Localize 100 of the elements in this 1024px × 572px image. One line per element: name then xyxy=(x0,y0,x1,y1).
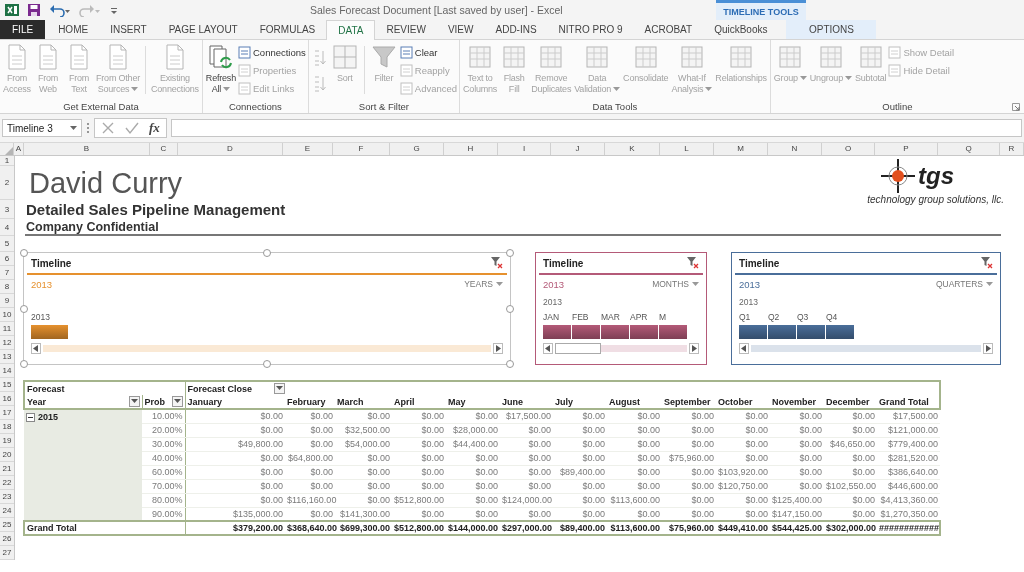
ribbon-tab[interactable]: ACROBAT xyxy=(633,20,704,39)
ribbon-button[interactable]: Refresh All xyxy=(204,42,237,100)
time-level-dropdown[interactable]: MONTHS xyxy=(652,279,699,289)
timeline-scrollbar[interactable] xyxy=(31,342,503,354)
column-header[interactable]: D xyxy=(178,143,283,155)
column-header[interactable]: H xyxy=(444,143,498,155)
timeline-bar-segment[interactable] xyxy=(768,325,797,339)
column-header[interactable]: N xyxy=(768,143,822,155)
time-level-dropdown[interactable]: YEARS xyxy=(464,279,503,289)
resize-handle[interactable] xyxy=(20,249,28,257)
undo-icon[interactable] xyxy=(49,3,71,17)
row-header[interactable]: 7 xyxy=(0,266,14,280)
ribbon-tab[interactable]: DATA xyxy=(326,20,376,40)
time-level-dropdown[interactable]: QUARTERS xyxy=(935,279,993,289)
clear-filter-icon[interactable] xyxy=(981,257,993,269)
row-header[interactable]: 20 xyxy=(0,448,14,462)
timeline-scrollbar[interactable] xyxy=(543,342,699,354)
row-header[interactable]: 23 xyxy=(0,490,14,504)
timeline-panel[interactable]: Timeline 2013 YEARS 2013 xyxy=(23,252,511,365)
resize-handle[interactable] xyxy=(263,360,271,368)
row-header[interactable]: 12 xyxy=(0,336,14,350)
timeline-panel[interactable]: Timeline 2013 MONTHS 2013 JAN FEB MAR APR M xyxy=(535,252,707,365)
row-header[interactable]: 13 xyxy=(0,350,14,364)
arrow-right-icon[interactable] xyxy=(495,344,501,352)
timeline-bar-segment[interactable] xyxy=(601,325,630,339)
row-header[interactable]: 4 xyxy=(0,219,14,236)
timeline-bar-segment[interactable] xyxy=(630,325,659,339)
timeline-bar-segment[interactable] xyxy=(797,325,826,339)
row-header[interactable]: 21 xyxy=(0,462,14,476)
timeline-bar-segment[interactable] xyxy=(826,325,855,339)
ribbon-tab[interactable]: OPTIONS xyxy=(786,20,877,39)
row-header[interactable]: 14 xyxy=(0,364,14,378)
timeline-bar-segment[interactable] xyxy=(543,325,572,339)
column-header[interactable]: A xyxy=(14,143,24,155)
column-header[interactable]: J xyxy=(551,143,605,155)
check-icon[interactable] xyxy=(125,121,139,135)
column-header[interactable]: C xyxy=(150,143,178,155)
timeline-panel[interactable]: Timeline 2013 QUARTERS 2013 Q1 Q2 Q3 Q4 xyxy=(731,252,1001,365)
column-header[interactable]: R xyxy=(1000,143,1024,155)
arrow-left-icon[interactable] xyxy=(741,344,747,352)
row-header[interactable]: 24 xyxy=(0,504,14,518)
row-header[interactable]: 5 xyxy=(0,236,14,252)
collapse-icon[interactable] xyxy=(26,412,35,422)
more-options-icon[interactable] xyxy=(86,122,90,134)
column-header[interactable]: L xyxy=(660,143,714,155)
column-header[interactable]: O xyxy=(822,143,875,155)
ribbon-tab[interactable]: QuickBooks xyxy=(703,20,779,39)
ribbon-tab[interactable]: INSERT xyxy=(99,20,158,39)
name-box[interactable]: Timeline 3 xyxy=(2,119,82,137)
resize-handle[interactable] xyxy=(506,304,514,313)
column-header[interactable]: K xyxy=(605,143,660,155)
resize-handle[interactable] xyxy=(506,360,514,368)
row-header[interactable]: 9 xyxy=(0,294,14,308)
filter-dropdown-button[interactable] xyxy=(171,396,183,407)
ribbon-tab[interactable]: VIEW xyxy=(436,20,485,39)
row-header[interactable]: 22 xyxy=(0,476,14,490)
resize-handle[interactable] xyxy=(506,249,514,257)
column-header[interactable]: G xyxy=(390,143,444,155)
arrow-right-icon[interactable] xyxy=(691,344,697,352)
ribbon-tab[interactable]: FORMULAS xyxy=(248,20,327,39)
row-header[interactable]: 2 xyxy=(0,166,14,200)
timeline-bar-segment[interactable] xyxy=(739,325,768,339)
ribbon-button[interactable]: Connections xyxy=(238,44,306,60)
filter-dropdown-button[interactable] xyxy=(128,396,140,407)
ribbon-tab[interactable]: ADD-INS xyxy=(484,20,548,39)
row-header[interactable]: 8 xyxy=(0,280,14,294)
ribbon-tab[interactable]: PAGE LAYOUT xyxy=(157,20,249,39)
filter-dropdown-button[interactable] xyxy=(274,383,286,394)
row-header[interactable]: 18 xyxy=(0,420,14,434)
arrow-left-icon[interactable] xyxy=(545,344,551,352)
clear-filter-icon[interactable] xyxy=(687,257,699,269)
column-header[interactable]: B xyxy=(24,143,150,155)
column-header[interactable]: M xyxy=(714,143,768,155)
row-header[interactable]: 1 xyxy=(0,156,14,166)
save-icon[interactable] xyxy=(27,3,41,17)
arrow-left-icon[interactable] xyxy=(33,344,39,352)
column-header[interactable]: E xyxy=(283,143,333,155)
formula-input[interactable] xyxy=(170,119,1022,137)
row-header[interactable]: 6 xyxy=(0,252,14,266)
timeline-bar-segment[interactable] xyxy=(659,325,688,339)
timeline-bar-segment[interactable] xyxy=(572,325,601,339)
row-header[interactable]: 10 xyxy=(0,308,14,322)
insert-function-button[interactable]: fx xyxy=(149,120,160,136)
dialog-launcher-icon[interactable] xyxy=(1012,103,1020,111)
row-header[interactable]: 25 xyxy=(0,518,14,532)
clear-filter-icon[interactable] xyxy=(491,257,503,269)
row-header[interactable]: 26 xyxy=(0,532,14,546)
row-header[interactable]: 27 xyxy=(0,546,14,560)
arrow-right-icon[interactable] xyxy=(985,344,991,352)
ribbon-tab[interactable]: HOME xyxy=(47,20,100,39)
resize-handle[interactable] xyxy=(263,249,271,257)
ribbon-tab[interactable]: NITRO PRO 9 xyxy=(547,20,634,39)
row-header[interactable]: 11 xyxy=(0,322,14,336)
ribbon-tab[interactable]: REVIEW xyxy=(375,20,437,39)
column-header[interactable]: F xyxy=(333,143,390,155)
row-header[interactable]: 15 xyxy=(0,378,14,392)
column-header[interactable]: Q xyxy=(938,143,1000,155)
timeline-scrollbar[interactable] xyxy=(739,342,993,354)
row-header[interactable]: 3 xyxy=(0,200,14,219)
resize-handle[interactable] xyxy=(20,304,28,313)
